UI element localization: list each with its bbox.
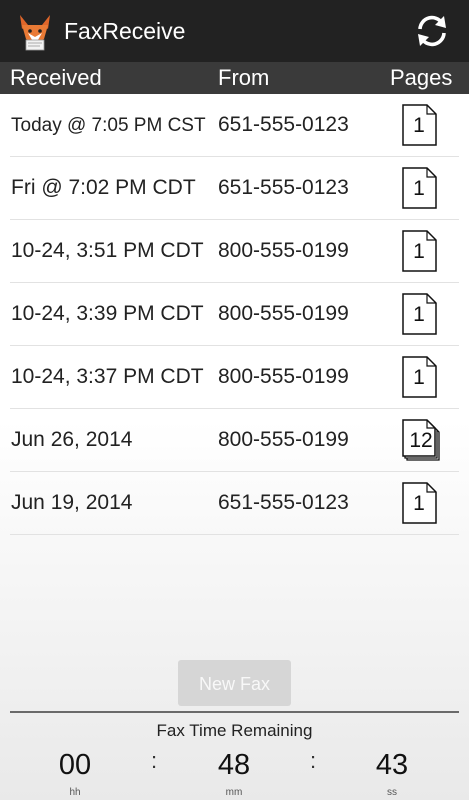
fax-row[interactable]: Today @ 7:05 PM CST 651-555-0123 1 bbox=[10, 94, 459, 157]
page-count: 1 bbox=[413, 492, 425, 515]
timer-divider bbox=[10, 711, 459, 713]
fax-row[interactable]: 10-24, 3:39 PM CDT 800-555-0199 1 bbox=[10, 283, 459, 346]
page-count: 1 bbox=[413, 366, 425, 389]
fax-row[interactable]: 10-24, 3:51 PM CDT 800-555-0199 1 bbox=[10, 220, 459, 283]
fax-received: 10-24, 3:39 PM CDT bbox=[11, 302, 204, 325]
timer-minutes-unit: mm bbox=[225, 787, 243, 798]
fax-from: 800-555-0199 bbox=[218, 428, 349, 451]
column-received[interactable]: Received bbox=[10, 66, 102, 90]
column-from[interactable]: From bbox=[218, 66, 269, 90]
refresh-button[interactable] bbox=[412, 12, 452, 50]
fax-row[interactable]: Jun 26, 2014 800-555-0199 12 bbox=[10, 409, 459, 472]
column-header: Received From Pages bbox=[0, 62, 469, 94]
single-page-icon: 1 bbox=[402, 167, 440, 209]
app-title: FaxReceive bbox=[64, 18, 186, 44]
single-page-icon: 1 bbox=[402, 230, 440, 272]
timer-title: Fax Time Remaining bbox=[156, 721, 313, 740]
fax-received: Today @ 7:05 PM CST bbox=[11, 115, 206, 136]
action-bar: FaxReceive bbox=[0, 0, 469, 62]
fax-received: Jun 26, 2014 bbox=[11, 428, 133, 451]
fox-mascot-icon bbox=[14, 11, 56, 51]
fax-from: 651-555-0123 bbox=[218, 176, 349, 199]
timer-hours-unit: hh bbox=[69, 787, 81, 798]
column-pages[interactable]: Pages bbox=[390, 66, 452, 90]
single-page-icon: 1 bbox=[402, 482, 440, 524]
fax-received: Fri @ 7:02 PM CDT bbox=[11, 176, 196, 199]
single-page-icon: 1 bbox=[402, 104, 440, 146]
page-count: 12 bbox=[409, 429, 433, 452]
fax-from: 651-555-0123 bbox=[218, 491, 349, 514]
single-page-icon: 1 bbox=[402, 356, 440, 398]
single-page-icon: 1 bbox=[402, 293, 440, 335]
page-count: 1 bbox=[413, 177, 425, 200]
timer-hours: 00 bbox=[58, 749, 92, 781]
fax-list: Today @ 7:05 PM CST 651-555-0123 1 Fri @… bbox=[0, 94, 469, 535]
refresh-icon bbox=[418, 15, 446, 47]
fax-received: Jun 19, 2014 bbox=[11, 491, 133, 514]
multi-page-icon: 12 bbox=[402, 419, 440, 461]
fax-from: 800-555-0199 bbox=[218, 302, 349, 325]
fax-received: 10-24, 3:37 PM CDT bbox=[11, 365, 204, 388]
new-fax-button[interactable]: New Fax bbox=[178, 660, 291, 706]
fax-received: 10-24, 3:51 PM CDT bbox=[11, 239, 204, 262]
page-count: 1 bbox=[413, 114, 425, 137]
timer-separator: : bbox=[150, 748, 158, 773]
fax-row[interactable]: Fri @ 7:02 PM CDT 651-555-0123 1 bbox=[10, 157, 459, 220]
timer-minutes: 48 bbox=[217, 749, 251, 781]
fax-row[interactable]: 10-24, 3:37 PM CDT 800-555-0199 1 bbox=[10, 346, 459, 409]
fax-from: 651-555-0123 bbox=[218, 113, 349, 136]
timer-separator: : bbox=[309, 748, 317, 773]
timer-seconds: 43 bbox=[375, 749, 409, 781]
fax-from: 800-555-0199 bbox=[218, 239, 349, 262]
page-count: 1 bbox=[413, 303, 425, 326]
page-count: 1 bbox=[413, 240, 425, 263]
fax-from: 800-555-0199 bbox=[218, 365, 349, 388]
fax-row[interactable]: Jun 19, 2014 651-555-0123 1 bbox=[10, 472, 459, 535]
timer-seconds-unit: ss bbox=[387, 787, 397, 798]
